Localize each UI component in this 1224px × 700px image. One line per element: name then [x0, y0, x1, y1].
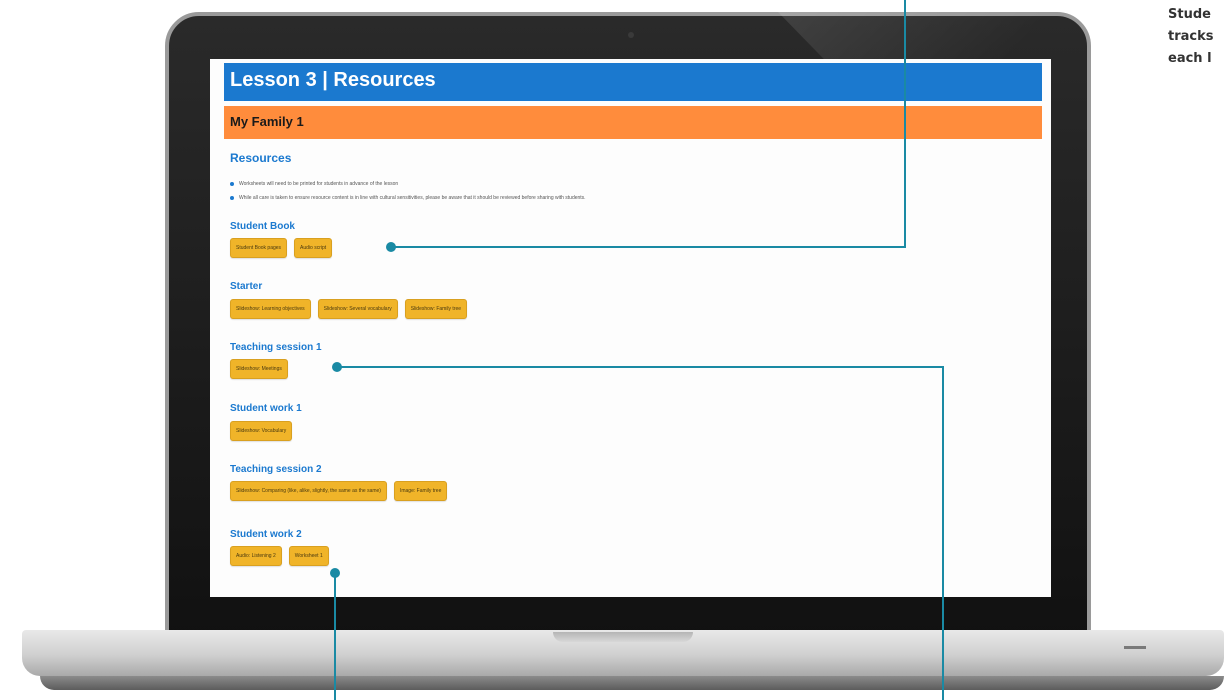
- resource-chip[interactable]: Slideshow: Meetings: [230, 359, 288, 379]
- resource-chip[interactable]: Audio script: [294, 238, 333, 258]
- resources-heading: Resources: [230, 151, 292, 165]
- laptop-base-lip: [40, 676, 1224, 690]
- callout-line: [942, 366, 944, 700]
- resource-chip[interactable]: Student Book pages: [230, 238, 288, 258]
- lesson-screen: Lesson 3 | Resources My Family 1 Resourc…: [210, 59, 1051, 597]
- section-heading-student-book: Student Book: [230, 221, 295, 232]
- section-heading-teaching-session-1: Teaching session 1: [230, 342, 322, 353]
- camera-icon: [628, 32, 634, 38]
- laptop-notch: [553, 632, 693, 642]
- resource-chip[interactable]: Audio: Listening 2: [230, 546, 282, 566]
- section-heading-starter: Starter: [230, 281, 263, 292]
- section-heading-student-work-2: Student work 2: [230, 529, 302, 540]
- status-light: [1124, 646, 1146, 649]
- lesson-header: Lesson 3 | Resources: [224, 63, 1042, 101]
- bullet-icon: [230, 181, 234, 186]
- page-title: Lesson 3 | Resources: [230, 69, 436, 91]
- callout-line: [392, 246, 906, 248]
- resource-chip[interactable]: Slideshow: Family tree: [404, 299, 468, 319]
- resource-chip[interactable]: Slideshow: Learning objectives: [230, 299, 311, 319]
- callout-dot: [386, 242, 396, 252]
- callout-line: [334, 573, 336, 700]
- unit-header: My Family 1: [224, 106, 1042, 139]
- note-item: Worksheets will need to be printed for s…: [230, 181, 398, 187]
- chip-row-teaching-session-2: Slideshow: Comparing (like, alike, sligh…: [230, 481, 448, 501]
- callout-line: [338, 366, 944, 368]
- callout-dot: [332, 362, 342, 372]
- callout-caption: Stude tracks each l: [1168, 4, 1224, 70]
- caption-line: tracks: [1168, 29, 1214, 44]
- chip-row-starter: Slideshow: Learning objectives Slideshow…: [230, 299, 468, 319]
- chip-row-student-book: Student Book pages Audio script: [230, 238, 333, 258]
- chip-row-student-work-1: Slideshow: Vocabulary: [230, 421, 293, 441]
- unit-title: My Family 1: [230, 114, 304, 129]
- resource-chip[interactable]: Slideshow: Several vocabulary: [317, 299, 398, 319]
- resource-chip[interactable]: Image: Family tree: [393, 481, 448, 501]
- caption-line: Stude: [1168, 7, 1211, 22]
- resource-chip[interactable]: Worksheet 1: [288, 546, 329, 566]
- section-heading-teaching-session-2: Teaching session 2: [230, 464, 322, 475]
- chip-row-teaching-session-1: Slideshow: Meetings: [230, 359, 288, 379]
- resource-chip[interactable]: Slideshow: Vocabulary: [230, 421, 293, 441]
- section-heading-student-work-1: Student work 1: [230, 403, 302, 414]
- chip-row-student-work-2: Audio: Listening 2 Worksheet 1: [230, 546, 329, 566]
- callout-line: [904, 0, 906, 248]
- callout-dot: [330, 568, 340, 578]
- caption-line: each l: [1168, 51, 1212, 66]
- bullet-icon: [230, 195, 234, 200]
- resource-chip[interactable]: Slideshow: Comparing (like, alike, sligh…: [230, 481, 387, 501]
- note-item: While all care is taken to ensure resour…: [230, 195, 586, 201]
